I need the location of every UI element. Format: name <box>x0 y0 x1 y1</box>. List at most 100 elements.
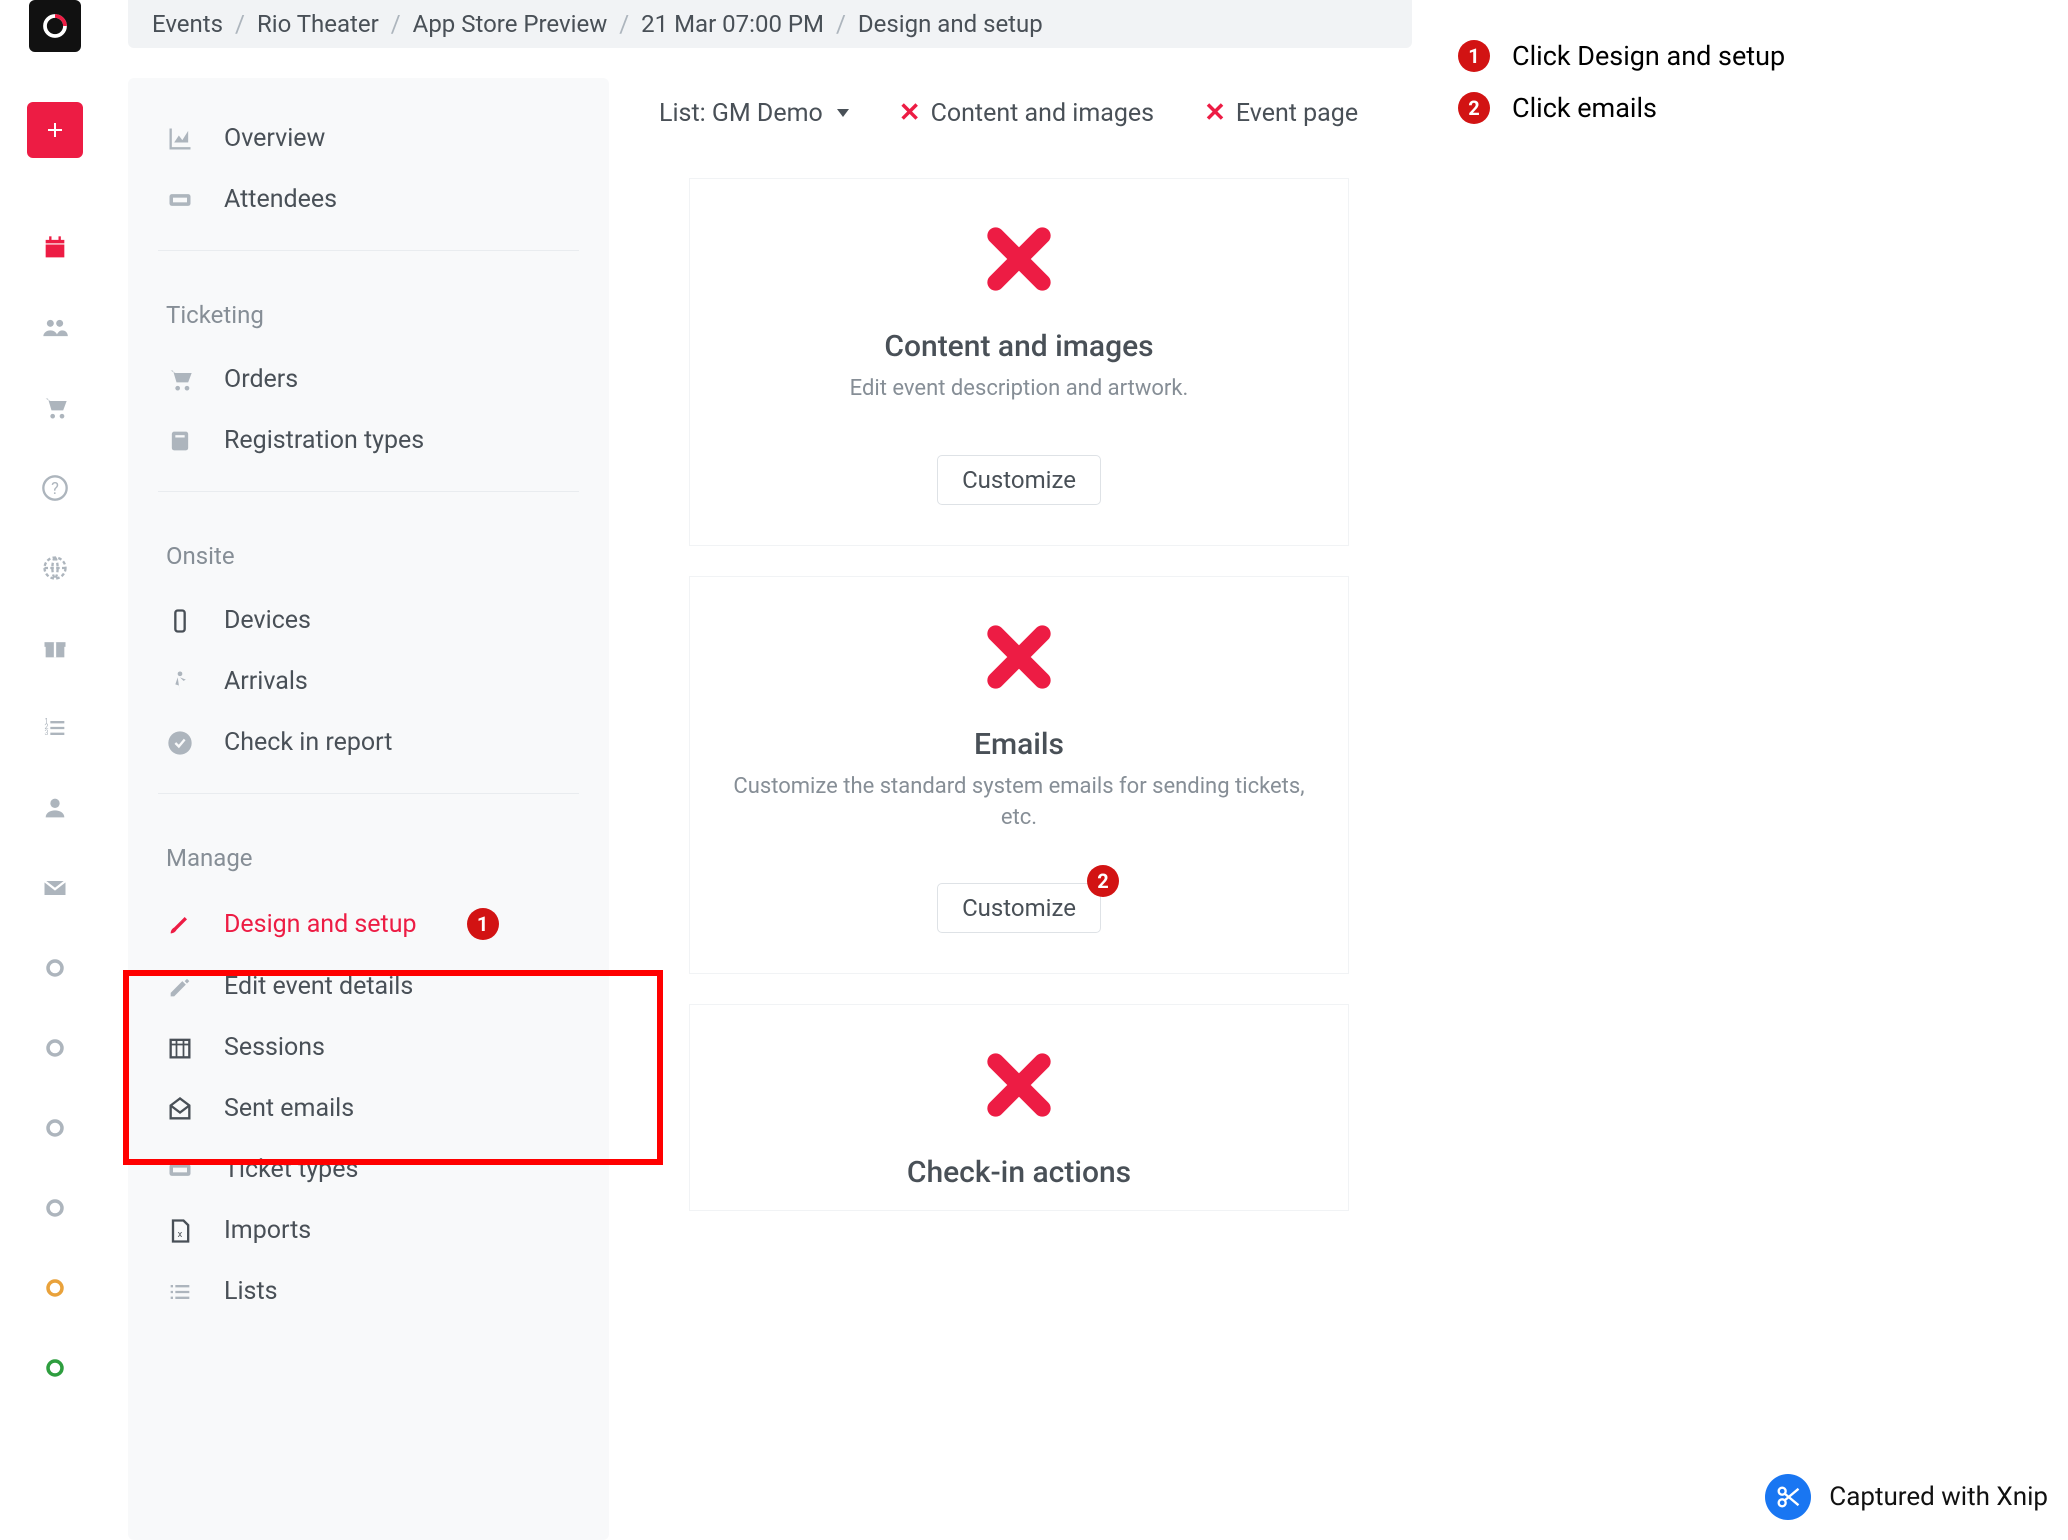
step-badge-2: 2 <box>1458 92 1490 124</box>
card-desc: Customize the standard system emails for… <box>730 772 1308 834</box>
annotation-badge-1: 1 <box>467 908 499 940</box>
list-dropdown[interactable]: List: GM Demo <box>659 99 849 128</box>
list-ol-icon[interactable]: 123 <box>35 708 75 748</box>
crumb-rio[interactable]: Rio Theater <box>257 10 379 38</box>
add-button[interactable] <box>27 102 83 158</box>
envelope-open-icon <box>166 1095 194 1123</box>
sidebar-item-label: Overview <box>224 124 325 153</box>
sidebar-item-checkin[interactable]: Check in report <box>158 712 579 773</box>
gift-icon[interactable] <box>35 628 75 668</box>
header-event-page[interactable]: ✕ Event page <box>1204 98 1358 128</box>
sidebar-item-label: Orders <box>224 365 298 394</box>
calendar-icon[interactable] <box>35 228 75 268</box>
card-desc: Edit event description and artwork. <box>730 374 1308 405</box>
step-badge-1: 1 <box>1458 40 1490 72</box>
walk-icon <box>166 668 194 696</box>
sidebar-item-arrivals[interactable]: Arrivals <box>158 651 579 712</box>
icon-rail: ? 123 <box>0 0 110 1540</box>
svg-text:x: x <box>178 1228 183 1239</box>
card-title: Check-in actions <box>730 1155 1308 1190</box>
svg-text:3: 3 <box>45 729 49 737</box>
content-header: List: GM Demo ✕ Content and images ✕ Eve… <box>649 78 1390 148</box>
calendar-grid-icon <box>166 1034 194 1062</box>
chart-line-icon <box>166 125 194 153</box>
sidebar-item-label: Ticket types <box>224 1155 358 1184</box>
x-icon <box>979 219 1059 299</box>
book-icon <box>166 427 194 455</box>
card-title: Content and images <box>730 329 1308 364</box>
crumb-appstore[interactable]: App Store Preview <box>413 10 608 38</box>
sidebar-item-label: Arrivals <box>224 667 308 696</box>
heading-onsite: Onsite <box>158 512 579 590</box>
list-icon <box>166 1278 194 1306</box>
sidebar-item-sent-emails[interactable]: Sent emails <box>158 1078 579 1139</box>
card-emails: Emails Customize the standard system ema… <box>689 576 1349 975</box>
sidebar-item-orders[interactable]: Orders <box>158 349 579 410</box>
user-icon[interactable] <box>35 788 75 828</box>
sidebar-item-design[interactable]: Design and setup 1 <box>158 892 579 956</box>
brush-icon <box>166 910 194 938</box>
mail-icon[interactable] <box>35 868 75 908</box>
cart-icon[interactable] <box>35 388 75 428</box>
crumb-design[interactable]: Design and setup <box>858 10 1043 38</box>
check-circle-icon <box>166 729 194 757</box>
sidebar-item-edit-event[interactable]: Edit event details <box>158 956 579 1017</box>
sidebar-item-regtypes[interactable]: Registration types <box>158 410 579 471</box>
sidebar-item-label: Check in report <box>224 728 392 757</box>
customize-button[interactable]: Customize <box>937 455 1101 505</box>
sidebar-item-ticket-types[interactable]: Ticket types <box>158 1139 579 1200</box>
sidebar-item-label: Edit event details <box>224 972 413 1001</box>
phone-icon <box>166 607 194 635</box>
scissors-icon <box>1765 1474 1811 1520</box>
help-icon[interactable]: ? <box>35 468 75 508</box>
sidebar-item-label: Lists <box>224 1277 278 1306</box>
sidebar-item-label: Devices <box>224 606 311 635</box>
x-icon <box>979 617 1059 697</box>
x-icon <box>979 1045 1059 1125</box>
ticket-icon <box>166 1156 194 1184</box>
circle-icon-5[interactable] <box>35 1268 75 1308</box>
circle-icon-4[interactable] <box>35 1188 75 1228</box>
heading-manage: Manage <box>158 814 579 892</box>
card-checkin-actions: Check-in actions <box>689 1004 1349 1211</box>
sidebar: Overview Attendees Ticketing Orders Regi… <box>128 78 609 1540</box>
people-icon[interactable] <box>35 308 75 348</box>
sidebar-item-attendees[interactable]: Attendees <box>158 169 579 230</box>
sidebar-item-label: Registration types <box>224 426 424 455</box>
heading-ticketing: Ticketing <box>158 271 579 349</box>
instruction-text: Click Design and setup <box>1512 40 1785 72</box>
content: List: GM Demo ✕ Content and images ✕ Eve… <box>609 78 1430 1540</box>
instructions-panel: 1 Click Design and setup 2 Click emails <box>1458 40 1785 144</box>
sidebar-item-label: Design and setup <box>224 910 417 939</box>
instruction-text: Click emails <box>1512 92 1657 124</box>
breadcrumb: Events / Rio Theater / App Store Preview… <box>128 0 1412 48</box>
app-logo[interactable] <box>29 0 81 52</box>
circle-icon-6[interactable] <box>35 1348 75 1388</box>
globe-icon[interactable] <box>35 548 75 588</box>
card-content-images: Content and images Edit event descriptio… <box>689 178 1349 546</box>
edit-icon <box>166 973 194 1001</box>
sidebar-item-label: Sessions <box>224 1033 325 1062</box>
sidebar-item-sessions[interactable]: Sessions <box>158 1017 579 1078</box>
sidebar-item-label: Sent emails <box>224 1094 354 1123</box>
sidebar-item-imports[interactable]: x Imports <box>158 1200 579 1261</box>
captured-watermark: Captured with Xnip <box>1765 1474 2048 1520</box>
circle-icon-3[interactable] <box>35 1108 75 1148</box>
sidebar-item-overview[interactable]: Overview <box>158 108 579 169</box>
ticket-icon <box>166 186 194 214</box>
sidebar-item-lists[interactable]: Lists <box>158 1261 579 1322</box>
circle-icon-1[interactable] <box>35 948 75 988</box>
crumb-events[interactable]: Events <box>152 10 223 38</box>
customize-button[interactable]: Customize <box>937 883 1101 933</box>
crumb-date[interactable]: 21 Mar 07:00 PM <box>641 10 824 38</box>
sidebar-item-label: Imports <box>224 1216 311 1245</box>
sidebar-item-devices[interactable]: Devices <box>158 590 579 651</box>
caret-down-icon <box>837 109 849 117</box>
svg-text:?: ? <box>51 479 59 498</box>
x-icon: ✕ <box>899 98 921 128</box>
cart-icon <box>166 366 194 394</box>
header-content-images[interactable]: ✕ Content and images <box>899 98 1154 128</box>
card-title: Emails <box>730 727 1308 762</box>
annotation-badge-2: 2 <box>1087 865 1119 897</box>
circle-icon-2[interactable] <box>35 1028 75 1068</box>
